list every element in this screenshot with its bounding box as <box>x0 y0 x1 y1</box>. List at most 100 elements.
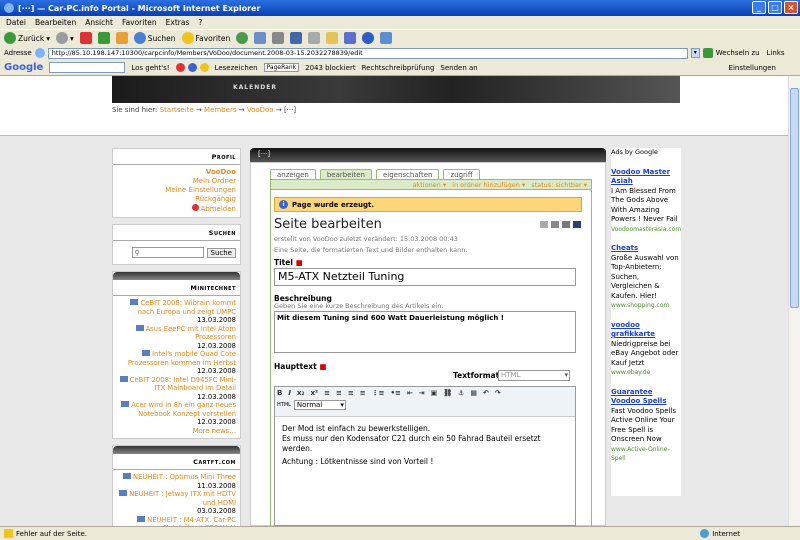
stop-icon[interactable] <box>79 32 92 44</box>
menu-datei[interactable]: Datei <box>6 18 26 27</box>
news-item[interactable]: Acer wird in 8h ein ganz neues Notebook … <box>117 401 236 418</box>
ad-title[interactable]: Cheats <box>611 244 681 254</box>
send-to-button[interactable]: Senden an <box>440 64 477 72</box>
bookmarks-button[interactable]: Lesezeichen <box>215 64 258 72</box>
logout-link[interactable]: Abmelden <box>117 204 236 214</box>
edit-icon[interactable] <box>290 32 303 44</box>
news-icon[interactable] <box>175 63 185 72</box>
ad-title[interactable]: voodoo grafikkarte <box>611 321 681 340</box>
ad-title[interactable]: Guarantee Voodoo Spells <box>611 388 681 407</box>
menu-extras[interactable]: Extras <box>166 18 190 27</box>
news-item[interactable]: CeBIT 2008: Wibrain kommt nach Europa un… <box>117 299 236 316</box>
fullscreen-icon[interactable] <box>573 221 581 228</box>
text-format-select[interactable]: HTML ▾ <box>498 370 570 381</box>
news-item[interactable]: Asus EeePC mit Intel Atom Prozessoren <box>117 324 236 342</box>
news-item[interactable]: Intel's mobile Quad Core Prozessoren kom… <box>117 350 236 367</box>
forward-button[interactable]: ▾ <box>55 32 74 44</box>
refresh-icon[interactable] <box>97 32 110 44</box>
superscript-button[interactable]: x² <box>311 389 319 397</box>
messenger-icon[interactable] <box>344 32 357 44</box>
search-button[interactable]: Suche <box>206 247 236 258</box>
back-button[interactable]: Zurück ▾ <box>4 32 50 44</box>
crumb-home[interactable]: Startseite <box>160 106 194 114</box>
table-icon[interactable]: ▦ <box>470 389 477 397</box>
tools-icon[interactable] <box>380 32 393 44</box>
mail-icon[interactable] <box>254 32 267 44</box>
ad-item[interactable]: Guarantee Voodoo Spells Fast Voodoo Spell… <box>611 388 681 464</box>
my-settings-link[interactable]: Meine Einstellungen <box>117 186 236 195</box>
folder-icon[interactable] <box>326 32 339 44</box>
google-go-button[interactable]: Los geht's! <box>131 64 169 72</box>
scrollbar-thumb[interactable] <box>790 88 799 308</box>
ad-url[interactable]: www.Active-Online-Spell <box>611 445 681 464</box>
address-input[interactable]: http://85.10.198.147:10300/carpcinfo/Mem… <box>47 47 688 59</box>
images-icon[interactable] <box>187 63 197 72</box>
ad-url[interactable]: www.ebay.de <box>611 368 681 378</box>
editor-body[interactable]: Der Mod ist einfach zu bewerkstelligen. … <box>275 417 575 474</box>
settings-button[interactable]: Einstellungen <box>729 64 776 72</box>
home-icon[interactable] <box>115 32 128 44</box>
news-item[interactable]: NEUHEIT : Optimus Mini Three <box>117 473 236 482</box>
link-icon[interactable]: ⛓ <box>443 389 452 397</box>
address-dropdown[interactable]: ▾ <box>690 48 700 58</box>
html-source-icon[interactable]: HTML <box>277 402 291 408</box>
research-icon[interactable] <box>362 32 375 44</box>
justify-icon[interactable]: ≡ <box>360 389 366 397</box>
redo-icon[interactable]: ↷ <box>495 389 501 397</box>
links-label[interactable]: Links <box>767 49 785 57</box>
add-to-folder-menu[interactable]: in ordner hinzufügen ▾ <box>452 181 525 189</box>
ad-url[interactable]: www.shopping.com <box>611 301 681 311</box>
minimize-button[interactable]: _ <box>752 1 766 14</box>
vertical-scrollbar[interactable] <box>788 76 800 526</box>
ad-item[interactable]: Voodoo Master Asiah I Am Blessed From The… <box>611 168 681 235</box>
menu-favoriten[interactable]: Favoriten <box>122 18 157 27</box>
more-news-link[interactable]: More news… <box>117 427 236 436</box>
ordered-list-icon[interactable]: ⋮≡ <box>372 389 385 397</box>
rss-icon[interactable] <box>562 221 570 228</box>
anchor-icon[interactable]: ⚓ <box>458 389 464 397</box>
bold-button[interactable]: B <box>277 389 282 397</box>
ad-item[interactable]: Cheats Große Auswahl von Top-Anbietern: S… <box>611 244 681 311</box>
menu-bearbeiten[interactable]: Bearbeiten <box>35 18 76 27</box>
undo-icon[interactable]: ↶ <box>483 389 489 397</box>
menu-ansicht[interactable]: Ansicht <box>85 18 113 27</box>
outdent-icon[interactable]: ⇤ <box>407 389 413 397</box>
maps-icon[interactable] <box>199 63 209 72</box>
ads-label[interactable]: Ads by Google <box>611 148 681 158</box>
subscript-button[interactable]: x₂ <box>297 389 305 397</box>
print-icon[interactable] <box>551 221 559 228</box>
popup-blocked[interactable]: 2043 blockiert <box>305 64 356 72</box>
menu-help[interactable]: ? <box>198 18 202 27</box>
description-textarea[interactable]: Mit diesem Tuning sind 600 Watt Dauerlei… <box>274 311 576 353</box>
undo-link[interactable]: Rückgängig <box>117 195 236 204</box>
maximize-button[interactable]: □ <box>768 1 782 14</box>
style-select[interactable]: Normal ▾ <box>293 400 346 410</box>
crumb-members[interactable]: Members <box>204 106 236 114</box>
pagerank-indicator[interactable]: PageRank <box>263 63 300 72</box>
align-right-icon[interactable]: ≡ <box>348 389 354 397</box>
close-button[interactable]: × <box>784 1 798 14</box>
google-search-input[interactable] <box>49 62 126 73</box>
align-center-icon[interactable]: ≡ <box>336 389 342 397</box>
news-item[interactable]: NEUHEIT : Jetway ITX mit HDTV und HDMI <box>117 490 236 507</box>
print-icon[interactable] <box>272 32 285 44</box>
title-input[interactable]: M5-ATX Netzteil Tuning <box>274 268 576 286</box>
profile-user[interactable]: VooDoo <box>117 168 236 177</box>
mail-icon[interactable] <box>540 221 548 228</box>
spellcheck-button[interactable]: Rechtschreibprüfung <box>362 64 435 72</box>
actions-menu[interactable]: aktionen ▾ <box>412 181 446 189</box>
crumb-voodoo[interactable]: VooDoo <box>247 106 274 114</box>
align-left-icon[interactable]: ≡ <box>324 389 330 397</box>
search-button[interactable]: Suchen <box>133 32 176 44</box>
indent-icon[interactable]: ⇥ <box>419 389 425 397</box>
search-input[interactable]: ⚲ <box>131 247 204 258</box>
ad-item[interactable]: voodoo grafikkarte Niedrigpreise bei eBay… <box>611 321 681 378</box>
go-arrow-icon[interactable] <box>702 48 713 58</box>
favorites-button[interactable]: Favoriten <box>181 32 230 44</box>
unordered-list-icon[interactable]: •≡ <box>391 389 401 397</box>
italic-button[interactable]: I <box>288 389 291 397</box>
ad-url[interactable]: Voodoomasterasia.com <box>611 225 681 235</box>
ad-title[interactable]: Voodoo Master Asiah <box>611 168 681 187</box>
go-button[interactable]: Wechseln zu <box>716 49 760 57</box>
history-icon[interactable] <box>236 32 249 44</box>
